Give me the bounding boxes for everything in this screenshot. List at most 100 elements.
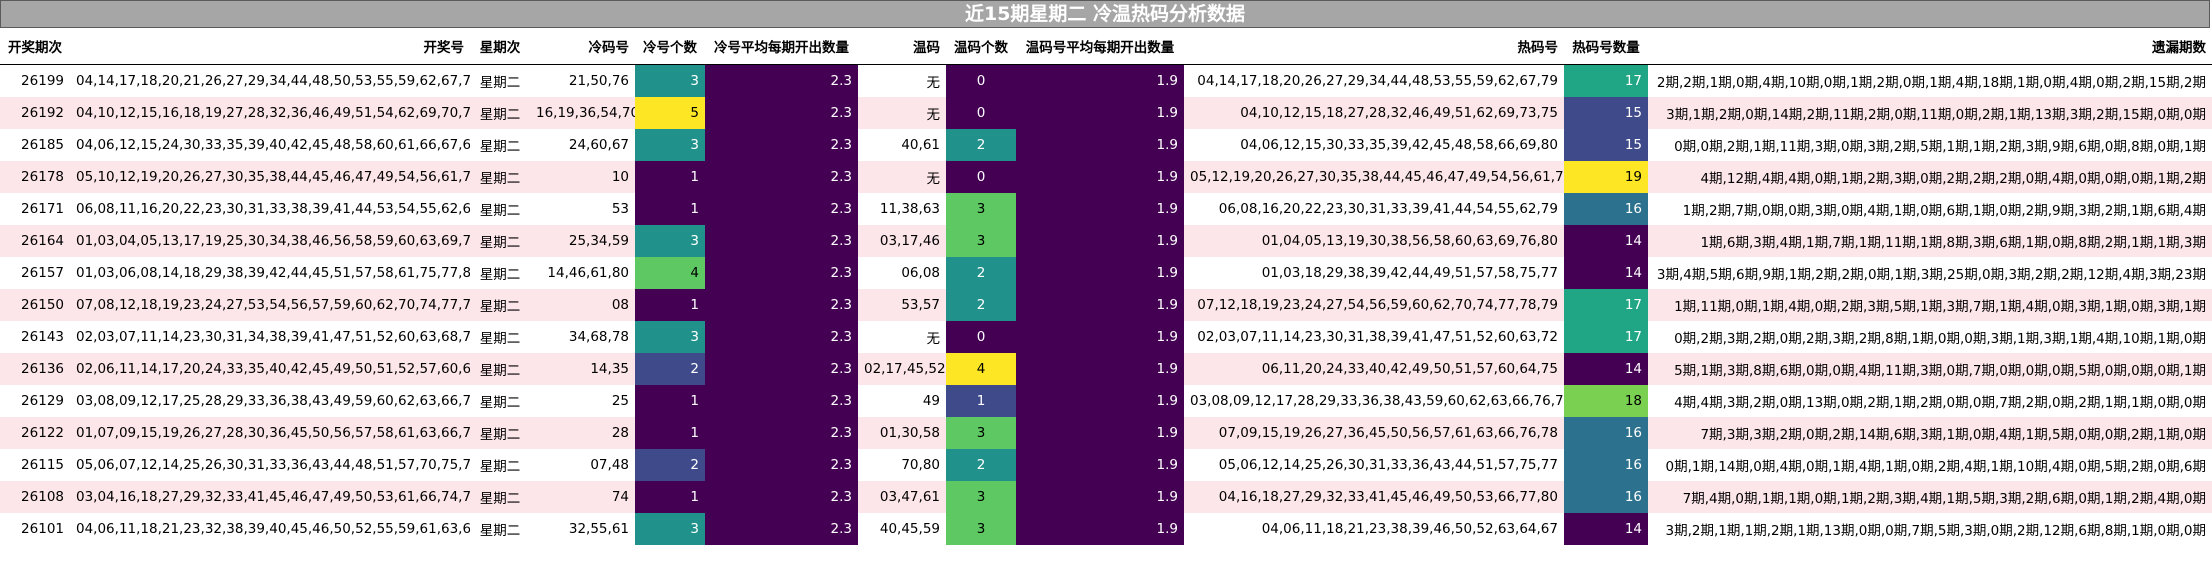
cell-warm-avg: 1.9 xyxy=(1016,129,1184,161)
cell-miss: 3期,1期,2期,0期,14期,2期,11期,2期,0期,11期,0期,2期,1… xyxy=(1648,97,2212,129)
cell-cold: 14,46,61,80 xyxy=(530,257,635,289)
cell-warm-avg: 1.9 xyxy=(1016,449,1184,481)
col-header-weekday: 星期次 xyxy=(470,28,530,65)
cell-cold-count: 3 xyxy=(635,225,705,257)
cell-numbers: 01,07,09,15,19,26,27,28,30,36,45,50,56,5… xyxy=(70,417,470,449)
cell-hot: 04,06,12,15,30,33,35,39,42,45,48,58,66,6… xyxy=(1184,129,1564,161)
cell-cold-count: 3 xyxy=(635,64,705,97)
cell-warm-avg: 1.9 xyxy=(1016,161,1184,193)
cell-period: 26150 xyxy=(0,289,70,321)
cell-warm: 03,47,61 xyxy=(858,481,946,513)
cell-hot-count: 18 xyxy=(1564,385,1648,417)
cell-cold: 08 xyxy=(530,289,635,321)
cell-cold-avg: 2.3 xyxy=(705,64,858,97)
cell-cold-count: 3 xyxy=(635,513,705,545)
cell-numbers: 02,03,07,11,14,23,30,31,34,38,39,41,47,5… xyxy=(70,321,470,353)
cell-cold-count: 1 xyxy=(635,417,705,449)
cell-warm-avg: 1.9 xyxy=(1016,289,1184,321)
cell-weekday: 星期二 xyxy=(470,513,530,545)
cell-warm-avg: 1.9 xyxy=(1016,257,1184,289)
cell-hot-count: 17 xyxy=(1564,64,1648,97)
cell-cold-count: 5 xyxy=(635,97,705,129)
cell-hot-count: 16 xyxy=(1564,481,1648,513)
cell-period: 26157 xyxy=(0,257,70,289)
cell-miss: 4期,4期,3期,2期,0期,13期,0期,2期,1期,2期,0期,0期,7期,… xyxy=(1648,385,2212,417)
cell-cold-avg: 2.3 xyxy=(705,225,858,257)
cell-cold-avg: 2.3 xyxy=(705,97,858,129)
cell-warm: 无 xyxy=(858,161,946,193)
cell-cold: 21,50,76 xyxy=(530,64,635,97)
cell-numbers: 05,06,07,12,14,25,26,30,31,33,36,43,44,4… xyxy=(70,449,470,481)
cell-miss: 0期,2期,3期,2期,0期,2期,3期,2期,8期,1期,0期,0期,3期,1… xyxy=(1648,321,2212,353)
cell-miss: 5期,1期,3期,8期,6期,0期,0期,4期,11期,3期,0期,7期,0期,… xyxy=(1648,353,2212,385)
cell-warm-count: 3 xyxy=(946,417,1016,449)
cell-warm-count: 2 xyxy=(946,129,1016,161)
cell-weekday: 星期二 xyxy=(470,385,530,417)
cell-numbers: 04,06,12,15,24,30,33,35,39,40,42,45,48,5… xyxy=(70,129,470,161)
cell-warm-count: 3 xyxy=(946,513,1016,545)
cell-weekday: 星期二 xyxy=(470,129,530,161)
cell-period: 26178 xyxy=(0,161,70,193)
cell-hot: 05,06,12,14,25,26,30,31,33,36,43,44,51,5… xyxy=(1184,449,1564,481)
col-header-warm-count: 温码个数 xyxy=(946,28,1016,65)
cell-numbers: 05,10,12,19,20,26,27,30,35,38,44,45,46,4… xyxy=(70,161,470,193)
cell-cold: 32,55,61 xyxy=(530,513,635,545)
cell-warm-avg: 1.9 xyxy=(1016,385,1184,417)
col-header-warm-avg: 温码号平均每期开出数量 xyxy=(1016,28,1184,65)
cell-hot-count: 15 xyxy=(1564,129,1648,161)
cell-miss: 1期,2期,7期,0期,0期,3期,0期,4期,1期,0期,6期,1期,0期,2… xyxy=(1648,193,2212,225)
table-row: 26115 05,06,07,12,14,25,26,30,31,33,36,43… xyxy=(0,449,2212,481)
cell-weekday: 星期二 xyxy=(470,481,530,513)
cell-hot-count: 14 xyxy=(1564,257,1648,289)
col-header-miss: 遗漏期数 xyxy=(1648,28,2212,65)
cell-warm-count: 3 xyxy=(946,193,1016,225)
cell-numbers: 04,06,11,18,21,23,32,38,39,40,45,46,50,5… xyxy=(70,513,470,545)
col-header-cold: 冷码号 xyxy=(530,28,635,65)
cell-cold: 10 xyxy=(530,161,635,193)
cell-weekday: 星期二 xyxy=(470,161,530,193)
cell-hot-count: 14 xyxy=(1564,513,1648,545)
table-row: 26192 04,10,12,15,16,18,19,27,28,32,36,46… xyxy=(0,97,2212,129)
cell-period: 26199 xyxy=(0,64,70,97)
cell-warm-count: 4 xyxy=(946,353,1016,385)
cell-hot-count: 17 xyxy=(1564,321,1648,353)
cell-cold-count: 4 xyxy=(635,257,705,289)
cell-warm: 01,30,58 xyxy=(858,417,946,449)
cell-hot-count: 17 xyxy=(1564,289,1648,321)
cell-warm: 无 xyxy=(858,97,946,129)
cell-cold: 25,34,59 xyxy=(530,225,635,257)
cell-period: 26185 xyxy=(0,129,70,161)
cell-period: 26136 xyxy=(0,353,70,385)
page: 近15期星期二 冷温热码分析数据 开奖期次 开奖号 星期次 冷码号 冷号个数 冷… xyxy=(0,0,2212,576)
cell-hot-count: 16 xyxy=(1564,193,1648,225)
cell-period: 26164 xyxy=(0,225,70,257)
cell-weekday: 星期二 xyxy=(470,225,530,257)
cell-cold-count: 1 xyxy=(635,193,705,225)
cell-warm: 11,38,63 xyxy=(858,193,946,225)
col-header-cold-avg: 冷号平均每期开出数量 xyxy=(705,28,858,65)
cell-miss: 1期,6期,3期,4期,1期,7期,1期,11期,1期,8期,3期,6期,1期,… xyxy=(1648,225,2212,257)
cell-hot: 05,12,19,20,26,27,30,35,38,44,45,46,47,4… xyxy=(1184,161,1564,193)
cell-warm: 无 xyxy=(858,64,946,97)
cell-warm-avg: 1.9 xyxy=(1016,225,1184,257)
cell-numbers: 04,14,17,18,20,21,26,27,29,34,44,48,50,5… xyxy=(70,64,470,97)
cell-cold-count: 2 xyxy=(635,353,705,385)
table-title: 近15期星期二 冷温热码分析数据 xyxy=(0,0,2210,28)
cell-hot: 06,08,16,20,22,23,30,31,33,39,41,44,54,5… xyxy=(1184,193,1564,225)
table-body: 26199 04,14,17,18,20,21,26,27,29,34,44,48… xyxy=(0,64,2212,545)
cell-miss: 0期,1期,14期,0期,4期,0期,1期,4期,1期,0期,2期,4期,1期,… xyxy=(1648,449,2212,481)
cell-cold: 14,35 xyxy=(530,353,635,385)
cell-hot: 01,03,18,29,38,39,42,44,49,51,57,58,75,7… xyxy=(1184,257,1564,289)
cell-cold-avg: 2.3 xyxy=(705,449,858,481)
cell-cold-count: 3 xyxy=(635,321,705,353)
cell-warm-count: 2 xyxy=(946,449,1016,481)
cell-warm: 40,61 xyxy=(858,129,946,161)
cell-warm-count: 0 xyxy=(946,161,1016,193)
cell-cold-avg: 2.3 xyxy=(705,353,858,385)
table-row: 26185 04,06,12,15,24,30,33,35,39,40,42,45… xyxy=(0,129,2212,161)
cell-warm-avg: 1.9 xyxy=(1016,97,1184,129)
cell-period: 26143 xyxy=(0,321,70,353)
cell-cold-avg: 2.3 xyxy=(705,513,858,545)
cell-warm-count: 3 xyxy=(946,481,1016,513)
cell-hot: 02,03,07,11,14,23,30,31,38,39,41,47,51,5… xyxy=(1184,321,1564,353)
